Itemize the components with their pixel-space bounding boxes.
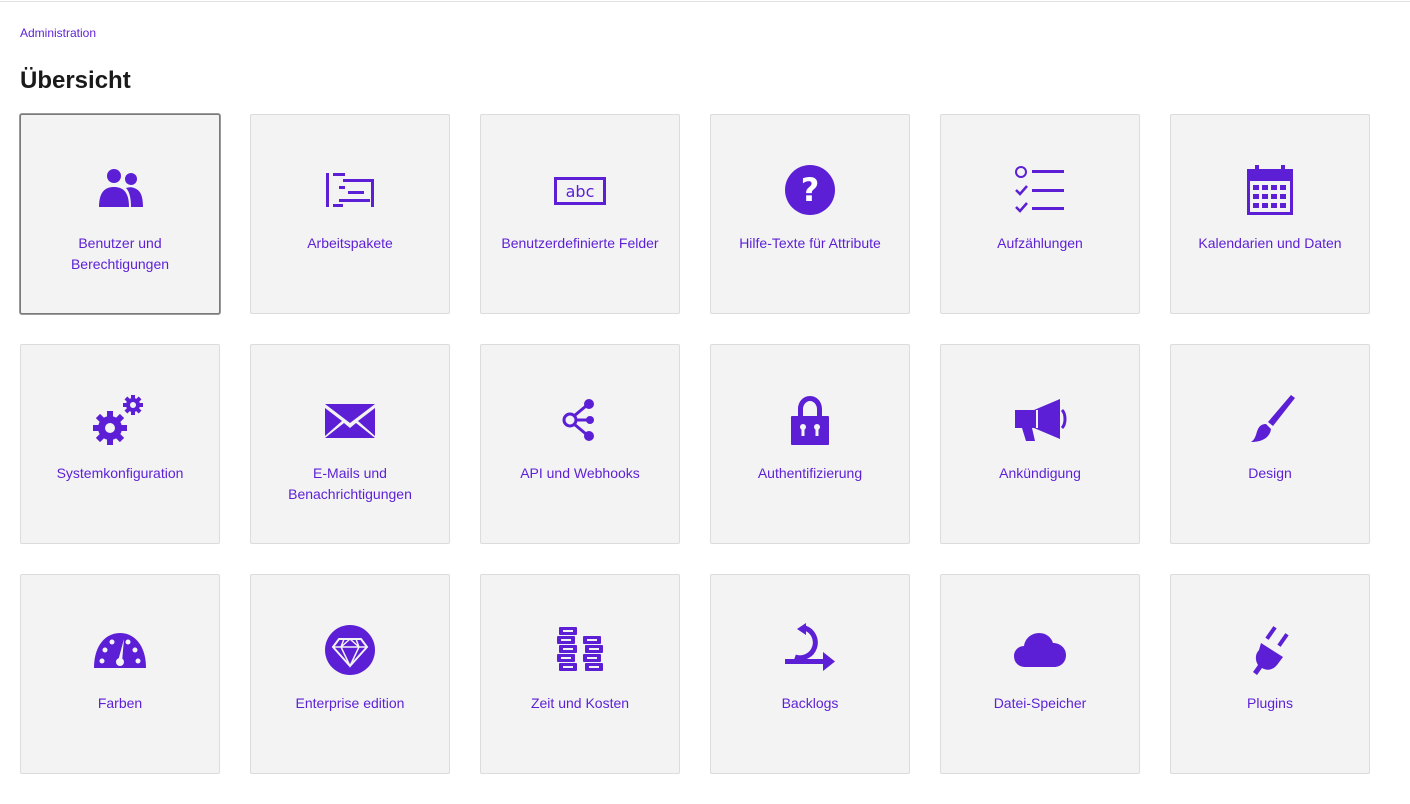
calendar-icon [1243,163,1297,217]
webhooks-icon [553,393,607,447]
paintbrush-icon [1243,393,1297,447]
tile-label: Design [1248,465,1292,481]
tile-label: Zeit und Kosten [530,695,630,711]
tile-announcement[interactable]: Ankündigung [940,344,1140,544]
tile-users[interactable]: Benutzer und Berechtigungen [20,114,220,314]
tile-label: Backlogs [781,695,839,711]
page-title: Übersicht [20,67,131,94]
gears-icon [93,393,147,447]
svg-text:abc: abc [566,182,595,201]
diamond-icon [323,623,377,677]
tile-enterprise[interactable]: Enterprise edition [250,574,450,774]
tile-label: Datei-Speicher [993,695,1087,711]
tile-calendars[interactable]: Kalendarien und Daten [1170,114,1370,314]
tile-work-packages[interactable]: Arbeitspakete [250,114,450,314]
enumerations-icon [1013,163,1067,217]
tile-system-settings[interactable]: Systemkonfiguration [20,344,220,544]
tile-time-costs[interactable]: Zeit und Kosten [480,574,680,774]
admin-tiles-grid: Benutzer und Berechtigungen Arbeitspaket… [20,114,1370,774]
tile-label: API und Webhooks [520,465,640,481]
tile-enumerations[interactable]: Aufzählungen [940,114,1140,314]
gauge-icon [93,623,147,677]
tile-help-texts[interactable]: ? Hilfe-Texte für Attribute [710,114,910,314]
tile-authentication[interactable]: Authentifizierung [710,344,910,544]
work-packages-icon [323,163,377,217]
megaphone-icon [1013,393,1067,447]
tile-label: Benutzer und Berechtigungen [70,235,170,272]
tile-label: E-Mails und Benachrichtigungen [288,465,412,502]
tile-mail-notifications[interactable]: E-Mails und Benachrichtigungen [250,344,450,544]
backlogs-icon [783,623,837,677]
tile-label: Hilfe-Texte für Attribute [739,235,881,251]
tile-label: Kalendarien und Daten [1198,235,1342,251]
tile-label: Ankündigung [999,465,1081,481]
tile-label: Systemkonfiguration [56,465,184,481]
mail-icon [323,393,377,447]
tile-label: Benutzerdefinierte Felder [501,235,659,251]
custom-fields-icon: abc [553,163,607,217]
tile-api-webhooks[interactable]: API und Webhooks [480,344,680,544]
tile-custom-fields[interactable]: abc Benutzerdefinierte Felder [480,114,680,314]
time-costs-icon [553,623,607,677]
svg-text:?: ? [801,171,820,209]
lock-icon [783,393,837,447]
tile-colors[interactable]: Farben [20,574,220,774]
tile-design[interactable]: Design [1170,344,1370,544]
users-icon [93,163,147,217]
tile-label: Plugins [1247,695,1293,711]
tile-label: Aufzählungen [997,235,1083,251]
tile-backlogs[interactable]: Backlogs [710,574,910,774]
tile-plugins[interactable]: Plugins [1170,574,1370,774]
tile-label: Farben [97,695,143,711]
top-border [0,0,1410,2]
breadcrumb-administration[interactable]: Administration [20,26,96,40]
plug-icon [1243,623,1297,677]
cloud-icon [1013,623,1067,677]
tile-label: Arbeitspakete [307,235,393,251]
tile-label: Authentifizierung [757,465,863,481]
tile-file-storages[interactable]: Datei-Speicher [940,574,1140,774]
tile-label: Enterprise edition [295,695,405,711]
help-icon: ? [783,163,837,217]
